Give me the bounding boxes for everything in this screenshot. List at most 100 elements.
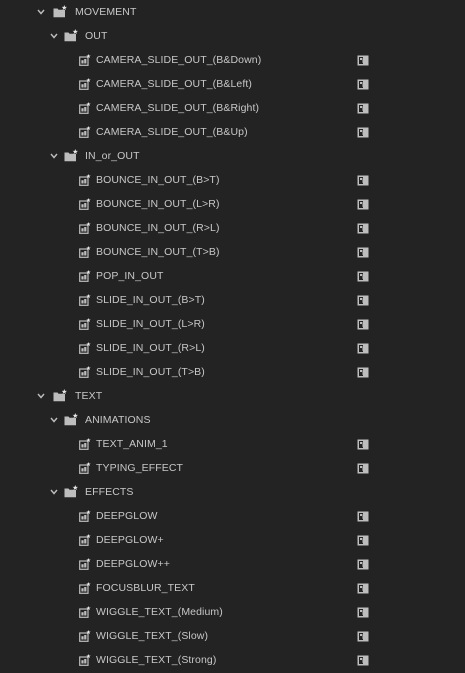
effect-preset-icon: [79, 222, 91, 234]
preset-row[interactable]: CAMERA_SLIDE_OUT_(B&Right): [0, 96, 465, 120]
preset-label: DEEPGLOW: [96, 510, 158, 522]
preset-label: BOUNCE_IN_OUT_(R>L): [96, 222, 220, 234]
accelerated-effect-icon: [357, 127, 369, 138]
preset-label: FOCUSBLUR_TEXT: [96, 582, 195, 594]
effect-preset-icon: [79, 654, 91, 666]
preset-label: CAMERA_SLIDE_OUT_(B&Up): [96, 126, 248, 138]
effects-tree: MOVEMENT OUT CAMERA_SLIDE_OUT_(B&Down) CAME…: [0, 0, 465, 672]
accelerated-effect-icon: [357, 607, 369, 618]
effect-preset-icon: [79, 102, 91, 114]
preset-row[interactable]: FOCUSBLUR_TEXT: [0, 576, 465, 600]
chevron-down-icon[interactable]: [37, 392, 45, 400]
effect-preset-icon: [79, 294, 91, 306]
effect-preset-icon: [79, 582, 91, 594]
bin-label: EFFECTS: [85, 486, 134, 498]
preset-row[interactable]: TEXT_ANIM_1: [0, 432, 465, 456]
preset-label: WIGGLE_TEXT_(Slow): [96, 630, 209, 642]
chevron-down-icon[interactable]: [50, 488, 58, 496]
preset-row[interactable]: CAMERA_SLIDE_OUT_(B&Up): [0, 120, 465, 144]
chevron-down-icon[interactable]: [50, 152, 58, 160]
preset-row[interactable]: TYPING_EFFECT: [0, 456, 465, 480]
preset-label: DEEPGLOW++: [96, 558, 170, 570]
effect-preset-icon: [79, 126, 91, 138]
bin-label: ANIMATIONS: [85, 414, 151, 426]
accelerated-effect-icon: [357, 343, 369, 354]
preset-row[interactable]: SLIDE_IN_OUT_(T>B): [0, 360, 465, 384]
preset-bin-icon: [64, 413, 79, 426]
preset-row[interactable]: WIGGLE_TEXT_(Strong): [0, 648, 465, 672]
chevron-down-icon[interactable]: [50, 416, 58, 424]
preset-row[interactable]: SLIDE_IN_OUT_(B>T): [0, 288, 465, 312]
bin-label: MOVEMENT: [75, 6, 137, 18]
preset-row[interactable]: BOUNCE_IN_OUT_(L>R): [0, 192, 465, 216]
effect-preset-icon: [79, 534, 91, 546]
bin-label: TEXT: [75, 390, 103, 402]
preset-bin-icon: [53, 5, 68, 18]
effect-preset-icon: [79, 366, 91, 378]
effect-preset-icon: [79, 510, 91, 522]
effect-preset-icon: [79, 630, 91, 642]
accelerated-effect-icon: [357, 79, 369, 90]
preset-bin-icon: [64, 29, 79, 42]
accelerated-effect-icon: [357, 559, 369, 570]
effect-preset-icon: [79, 606, 91, 618]
preset-label: SLIDE_IN_OUT_(T>B): [96, 366, 205, 378]
preset-row[interactable]: BOUNCE_IN_OUT_(B>T): [0, 168, 465, 192]
accelerated-effect-icon: [357, 463, 369, 474]
preset-label: BOUNCE_IN_OUT_(L>R): [96, 198, 220, 210]
preset-bin-icon: [53, 389, 68, 402]
preset-label: POP_IN_OUT: [96, 270, 164, 282]
chevron-down-icon[interactable]: [50, 32, 58, 40]
preset-row[interactable]: CAMERA_SLIDE_OUT_(B&Down): [0, 48, 465, 72]
bin-row[interactable]: OUT: [0, 24, 465, 48]
preset-row[interactable]: SLIDE_IN_OUT_(R>L): [0, 336, 465, 360]
preset-row[interactable]: POP_IN_OUT: [0, 264, 465, 288]
accelerated-effect-icon: [357, 295, 369, 306]
preset-row[interactable]: WIGGLE_TEXT_(Slow): [0, 624, 465, 648]
effect-preset-icon: [79, 462, 91, 474]
preset-row[interactable]: BOUNCE_IN_OUT_(R>L): [0, 216, 465, 240]
bin-row[interactable]: EFFECTS: [0, 480, 465, 504]
preset-row[interactable]: DEEPGLOW: [0, 504, 465, 528]
effect-preset-icon: [79, 342, 91, 354]
accelerated-effect-icon: [357, 199, 369, 210]
effect-preset-icon: [79, 174, 91, 186]
effect-preset-icon: [79, 558, 91, 570]
accelerated-effect-icon: [357, 223, 369, 234]
accelerated-effect-icon: [357, 583, 369, 594]
preset-row[interactable]: CAMERA_SLIDE_OUT_(B&Left): [0, 72, 465, 96]
effect-preset-icon: [79, 318, 91, 330]
effect-preset-icon: [79, 78, 91, 90]
accelerated-effect-icon: [357, 55, 369, 66]
accelerated-effect-icon: [357, 271, 369, 282]
preset-bin-icon: [64, 485, 79, 498]
preset-row[interactable]: BOUNCE_IN_OUT_(T>B): [0, 240, 465, 264]
preset-row[interactable]: SLIDE_IN_OUT_(L>R): [0, 312, 465, 336]
chevron-down-icon[interactable]: [37, 8, 45, 16]
accelerated-effect-icon: [357, 655, 369, 666]
preset-bin-icon: [64, 149, 79, 162]
effect-preset-icon: [79, 54, 91, 66]
accelerated-effect-icon: [357, 175, 369, 186]
accelerated-effect-icon: [357, 367, 369, 378]
bin-row[interactable]: MOVEMENT: [0, 0, 465, 24]
accelerated-effect-icon: [357, 439, 369, 450]
preset-label: SLIDE_IN_OUT_(L>R): [96, 318, 205, 330]
preset-label: TYPING_EFFECT: [96, 462, 184, 474]
preset-label: WIGGLE_TEXT_(Medium): [96, 606, 223, 618]
preset-row[interactable]: DEEPGLOW++: [0, 552, 465, 576]
preset-label: TEXT_ANIM_1: [96, 438, 168, 450]
preset-label: WIGGLE_TEXT_(Strong): [96, 654, 217, 666]
preset-label: CAMERA_SLIDE_OUT_(B&Right): [96, 102, 260, 114]
preset-row[interactable]: WIGGLE_TEXT_(Medium): [0, 600, 465, 624]
bin-row[interactable]: TEXT: [0, 384, 465, 408]
bin-row[interactable]: IN_or_OUT: [0, 144, 465, 168]
effect-preset-icon: [79, 246, 91, 258]
preset-label: SLIDE_IN_OUT_(R>L): [96, 342, 205, 354]
preset-label: SLIDE_IN_OUT_(B>T): [96, 294, 205, 306]
preset-label: CAMERA_SLIDE_OUT_(B&Down): [96, 54, 262, 66]
bin-label: IN_or_OUT: [85, 150, 140, 162]
accelerated-effect-icon: [357, 247, 369, 258]
bin-row[interactable]: ANIMATIONS: [0, 408, 465, 432]
preset-row[interactable]: DEEPGLOW+: [0, 528, 465, 552]
